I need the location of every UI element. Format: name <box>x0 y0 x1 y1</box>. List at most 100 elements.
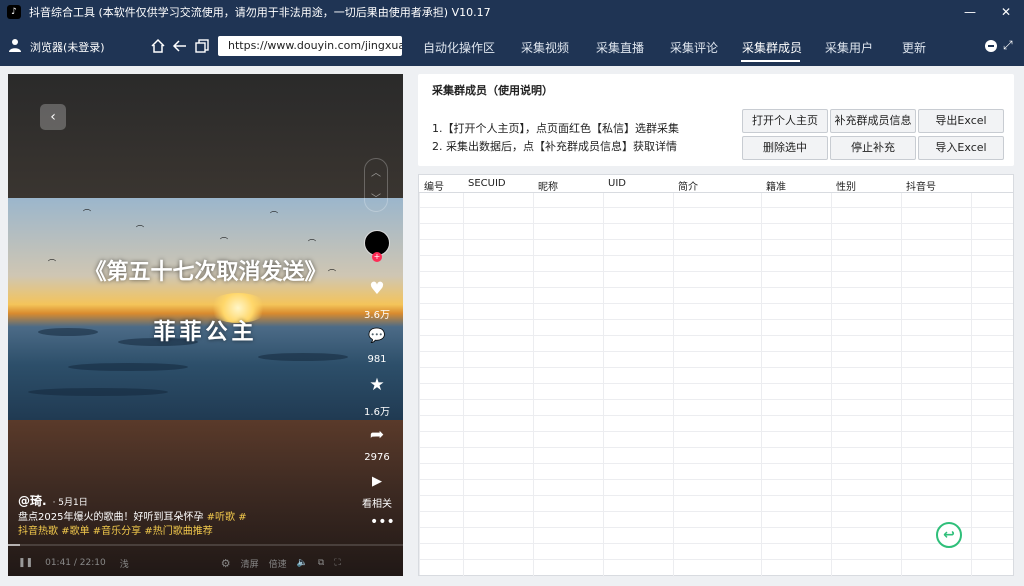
table-header: 编号 SECUID 昵称 UID 简介 籍准 性别 抖音号 <box>419 175 1013 193</box>
col-header-nickname[interactable]: 昵称 <box>538 178 558 193</box>
playback-time: 01:41 / 22:10 <box>45 558 106 568</box>
column-divider <box>603 175 604 577</box>
volume-icon[interactable]: 🔈 <box>297 558 308 568</box>
bird-icon: ⌒ <box>270 211 278 220</box>
like-count: 3.6万 <box>364 310 390 321</box>
video-overlay-title: 《第五十七次取消发送》 <box>84 259 327 285</box>
column-divider <box>761 175 762 577</box>
more-icon[interactable]: ••• <box>370 514 395 530</box>
open-profile-button[interactable]: 打开个人主页 <box>742 109 828 133</box>
tab-collect-comments[interactable]: 采集评论 <box>670 39 718 56</box>
hashtag[interactable]: #热门歌曲推荐 <box>144 526 212 537</box>
video-author[interactable]: @琦. · 5月1日 <box>18 492 88 509</box>
video-back-button[interactable]: ‹ <box>40 104 66 130</box>
column-divider <box>971 175 972 577</box>
share-count: 2976 <box>364 452 390 463</box>
collapse-icon[interactable] <box>985 40 997 52</box>
fullscreen-icon[interactable]: ⛶ <box>334 558 340 568</box>
comment-count: 981 <box>367 354 387 365</box>
tab-collect-video[interactable]: 采集视频 <box>521 39 569 56</box>
column-divider <box>673 175 674 577</box>
video-controls: ❚❚ 01:41 / 22:10 浅 ⚙ 清屏 倍速 🔈 ⧉ ⛶ <box>8 550 403 576</box>
tab-collect-users[interactable]: 采集用户 <box>825 39 873 56</box>
user-icon[interactable] <box>8 38 22 52</box>
watch-related-icon[interactable]: ▶ <box>364 474 390 489</box>
col-header-bio[interactable]: 简介 <box>678 178 698 193</box>
follow-plus-icon[interactable]: + <box>372 252 382 262</box>
supplement-members-button[interactable]: 补充群成员信息 <box>830 109 916 133</box>
wave <box>68 363 188 371</box>
bird-icon: ⌒ <box>220 237 228 246</box>
tab-collect-live[interactable]: 采集直播 <box>596 39 644 56</box>
tab-update[interactable]: 更新 <box>902 39 926 56</box>
hashtag[interactable]: 抖音热歌 <box>18 526 58 537</box>
tab-collect-group-members[interactable]: 采集群成员 <box>742 39 802 56</box>
wave <box>28 388 168 396</box>
col-header-id[interactable]: 编号 <box>424 178 444 193</box>
column-divider <box>901 175 902 577</box>
copy-icon[interactable] <box>194 38 210 54</box>
return-icon[interactable]: ↩ <box>936 522 962 548</box>
title-bar: ♪ 抖音综合工具 (本软件仅供学习交流使用，请勿用于非法用途，一切后果由使用者承… <box>0 0 1024 24</box>
members-table[interactable]: 编号 SECUID 昵称 UID 简介 籍准 性别 抖音号 <box>418 174 1014 577</box>
instructions-panel: 采集群成员（使用说明） 1.【打开个人主页】，点页面红色【私信】选群采集 2. … <box>418 74 1014 166</box>
like-icon[interactable]: ♥ <box>364 279 390 299</box>
comment-icon[interactable]: 💬 <box>364 328 390 344</box>
settings-icon[interactable]: ⚙ <box>221 557 231 570</box>
video-description: 盘点2025年爆火的歌曲！好听到耳朵怀孕 #听歌 # 抖音热歌 #歌单 #音乐分… <box>18 511 258 539</box>
col-header-uid[interactable]: UID <box>608 178 626 189</box>
tab-automation[interactable]: 自动化操作区 <box>423 39 495 56</box>
url-input[interactable]: https://www.douyin.com/jingxuan <box>218 36 402 56</box>
instruction-line-1: 1.【打开个人主页】，点页面红色【私信】选群采集 <box>432 122 679 135</box>
video-player[interactable]: ⌒ ⌒ ⌒ ⌒ ⌒ ⌒ ⌒ 《第五十七次取消发送》 菲菲公主 ‹ ︿ ﹀ + ♥… <box>8 74 403 576</box>
col-header-region[interactable]: 籍准 <box>766 178 786 193</box>
minimize-button[interactable]: — <box>952 0 988 24</box>
active-tab-indicator <box>741 60 800 62</box>
wave <box>258 353 348 361</box>
playback-rate-button[interactable]: 倍速 <box>269 557 287 570</box>
pip-icon[interactable]: ⧉ <box>318 558 324 568</box>
instruction-line-2: 2. 采集出数据后，点【补充群成员信息】获取详情 <box>432 140 677 153</box>
panel-title[interactable]: 采集群成员（使用说明） <box>432 82 553 98</box>
window-title: 抖音综合工具 (本软件仅供学习交流使用，请勿用于非法用途，一切后果由使用者承担)… <box>29 6 491 19</box>
app-logo-icon: ♪ <box>7 5 21 19</box>
close-button[interactable]: ✕ <box>988 0 1024 24</box>
export-excel-button[interactable]: 导出Excel <box>918 109 1004 133</box>
author-name[interactable]: @琦. <box>18 494 47 508</box>
next-video-icon[interactable]: ﹀ <box>371 190 381 205</box>
video-frame[interactable]: ⌒ ⌒ ⌒ ⌒ ⌒ ⌒ ⌒ <box>8 198 403 420</box>
clear-screen-toggle[interactable]: 清屏 <box>241 557 259 570</box>
nav-bar: 浏览器(未登录) https://www.douyin.com/jingxuan… <box>0 24 1024 66</box>
bird-icon: ⌒ <box>308 239 316 248</box>
video-progress-fill <box>8 544 20 546</box>
delete-selected-button[interactable]: 删除选中 <box>742 136 828 160</box>
speed-mode-icon[interactable]: 浅 <box>120 557 129 570</box>
browser-login-status[interactable]: 浏览器(未登录) <box>30 39 105 55</box>
video-blur-top <box>8 74 403 198</box>
col-header-secuid[interactable]: SECUID <box>468 178 506 189</box>
description-text: 盘点2025年爆火的歌曲！好听到耳朵怀孕 <box>18 512 207 523</box>
import-excel-button[interactable]: 导入Excel <box>918 136 1004 160</box>
column-divider <box>463 175 464 577</box>
watch-related-label[interactable]: 看相关 <box>354 495 400 510</box>
hashtag[interactable]: #歌单 <box>61 526 89 537</box>
hashtag[interactable]: # <box>238 512 246 523</box>
share-icon[interactable]: ➦ <box>364 425 390 445</box>
expand-icon[interactable]: ⤢ <box>1003 38 1013 53</box>
hashtag[interactable]: #音乐分享 <box>93 526 141 537</box>
video-overlay-subtitle: 菲菲公主 <box>153 319 258 345</box>
column-divider <box>533 175 534 577</box>
home-icon[interactable] <box>150 38 166 54</box>
column-divider <box>831 175 832 577</box>
play-pause-icon[interactable]: ❚❚ <box>18 558 33 568</box>
favorite-count: 1.6万 <box>364 407 390 418</box>
prev-video-icon[interactable]: ︿ <box>371 164 381 179</box>
bird-icon: ⌒ <box>136 225 144 234</box>
hashtag[interactable]: #听歌 <box>207 512 235 523</box>
col-header-douyin-id[interactable]: 抖音号 <box>906 178 936 193</box>
favorite-icon[interactable]: ★ <box>364 375 390 395</box>
back-arrow-icon[interactable] <box>172 38 188 54</box>
video-progress-bar[interactable] <box>8 544 403 546</box>
col-header-gender[interactable]: 性别 <box>836 178 856 193</box>
stop-supplement-button[interactable]: 停止补充 <box>830 136 916 160</box>
